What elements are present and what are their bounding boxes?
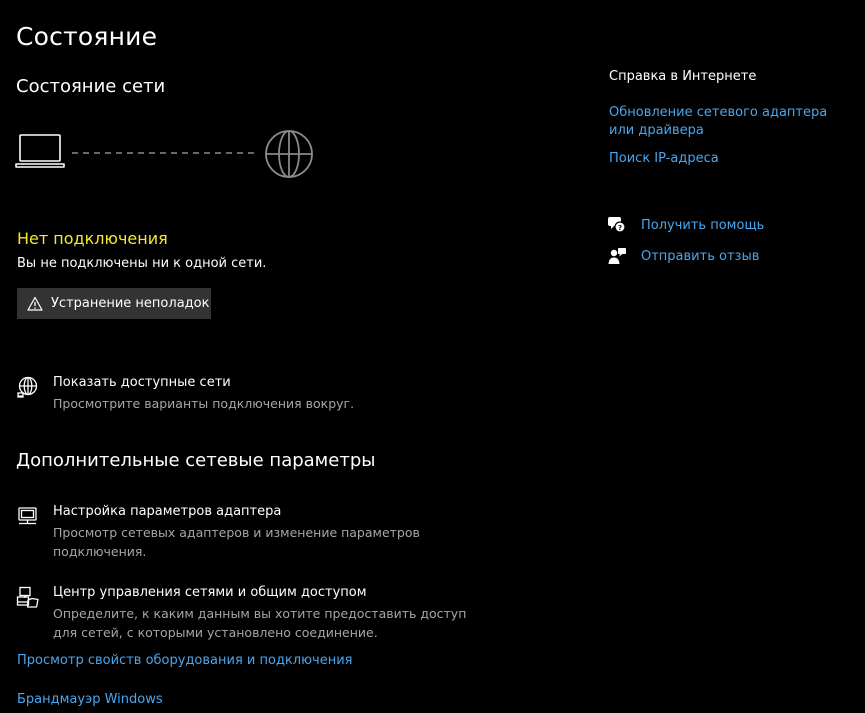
adapter-settings-desc: Просмотр сетевых адаптеров и изменение п… — [53, 525, 420, 559]
get-help-icon: ? — [607, 215, 627, 235]
advanced-settings-title: Дополнительные сетевые параметры — [16, 450, 376, 471]
send-feedback-action[interactable]: Отправить отзыв — [607, 246, 759, 266]
laptop-icon — [15, 134, 65, 168]
show-available-networks-title: Показать доступные сети — [53, 375, 231, 390]
sharing-center-item[interactable]: Центр управления сетями и общим доступом… — [16, 585, 476, 641]
update-adapter-link[interactable]: Обновление сетевого адаптера или драйвер… — [609, 104, 854, 140]
globe-network-icon — [16, 375, 40, 399]
hardware-properties-link[interactable]: Просмотр свойств оборудования и подключе… — [17, 653, 353, 668]
feedback-icon — [607, 246, 627, 266]
sharing-center-desc: Определите, к каким данным вы хотите пре… — [53, 606, 467, 640]
globe-icon — [265, 130, 313, 178]
find-ip-link[interactable]: Поиск IP-адреса — [609, 150, 854, 168]
windows-firewall-link[interactable]: Брандмауэр Windows — [17, 692, 163, 707]
send-feedback-label: Отправить отзыв — [641, 248, 760, 264]
status-headline: Нет подключения — [17, 229, 168, 248]
get-help-label: Получить помощь — [641, 217, 765, 233]
network-diagram — [15, 130, 313, 178]
show-available-networks[interactable]: Показать доступные сети Просмотрите вари… — [16, 375, 476, 415]
warning-icon — [27, 296, 43, 312]
troubleshoot-button[interactable]: Устранение неполадок — [17, 288, 211, 319]
online-help-title: Справка в Интернете — [609, 69, 757, 84]
adapter-icon — [16, 504, 40, 528]
adapter-settings-item[interactable]: Настройка параметров адаптера Просмотр с… — [16, 504, 476, 560]
troubleshoot-button-label: Устранение неполадок — [51, 296, 210, 311]
status-description: Вы не подключены ни к одной сети. — [17, 256, 267, 271]
sharing-center-title: Центр управления сетями и общим доступом — [53, 585, 367, 600]
page-title: Состояние — [16, 22, 158, 51]
sharing-center-icon — [16, 585, 40, 609]
get-help-action[interactable]: ? Получить помощь — [607, 215, 764, 235]
svg-text:?: ? — [618, 224, 622, 232]
adapter-settings-title: Настройка параметров адаптера — [53, 504, 282, 519]
show-available-networks-desc: Просмотрите варианты подключения вокруг. — [53, 396, 355, 411]
network-status-title: Состояние сети — [16, 76, 166, 97]
